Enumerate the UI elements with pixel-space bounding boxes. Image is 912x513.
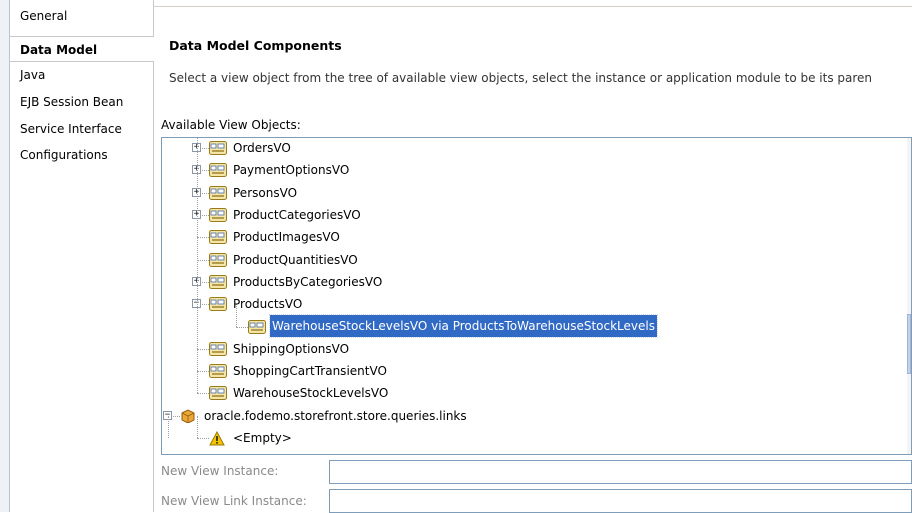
tree-node[interactable]: WarehouseStockLevelsVO — [231, 382, 390, 404]
tree-node-label: WarehouseStockLevelsVO via ProductsToWar… — [269, 314, 658, 339]
new-view-link-instance-label: New View Link Instance: — [161, 494, 307, 508]
new-view-link-instance-input[interactable] — [329, 489, 912, 513]
tree-node-label: WarehouseStockLevelsVO — [233, 386, 389, 401]
tree-node-label: ShoppingCartTransientVO — [233, 364, 387, 378]
view-object-icon — [209, 208, 227, 223]
view-object-icon — [209, 185, 227, 200]
nav-item-general[interactable]: General — [10, 3, 154, 29]
tree-node[interactable]: OrdersVO — [231, 138, 293, 159]
tree-scrollbar[interactable] — [907, 138, 911, 454]
tree-connector-horizontal — [236, 326, 248, 328]
tree-connector-horizontal — [197, 438, 209, 440]
tree-node[interactable]: PaymentOptionsVO — [231, 159, 351, 181]
tree-node-label: OrdersVO — [233, 141, 291, 155]
view-object-icon — [209, 297, 227, 312]
section-title: Data Model Components — [169, 38, 342, 53]
tree-node-label: ProductsVO — [233, 297, 303, 312]
new-view-instance-label: New View Instance: — [161, 464, 279, 478]
tree-node-label: ProductCategoriesVO — [233, 207, 361, 222]
tree-connector-horizontal — [197, 393, 209, 395]
tree-node[interactable]: WarehouseStockLevelsVO via ProductsToWar… — [269, 314, 658, 339]
tree-node[interactable]: oracle.fodemo.storefront.store.queries.l… — [202, 405, 469, 427]
view-object-icon — [209, 252, 227, 267]
left-edge-strip — [0, 0, 10, 512]
tree-node-label: <Empty> — [233, 430, 292, 445]
package-icon — [180, 409, 198, 424]
tree-node[interactable]: ProductQuantitiesVO — [231, 249, 360, 271]
tree-connector-horizontal — [197, 371, 209, 373]
tree-connector-horizontal — [197, 348, 209, 350]
nav-item-java[interactable]: Java — [10, 62, 154, 88]
view-object-icon — [209, 386, 227, 401]
tree-node[interactable]: ShoppingCartTransientVO — [231, 360, 389, 382]
tree-node[interactable]: <Empty> — [231, 427, 294, 449]
tree-scrollbar-thumb[interactable] — [907, 314, 911, 374]
tree-node-label: oracle.fodemo.storefront.store.queries.l… — [204, 408, 467, 423]
tree-node-label: ShippingOptionsVO — [233, 341, 350, 356]
tree-node[interactable]: ShippingOptionsVO — [231, 338, 351, 360]
instructions-text: Select a view object from the tree of av… — [169, 71, 873, 85]
tree-node-label: PersonsVO — [233, 185, 298, 200]
view-object-icon — [209, 341, 227, 356]
tree-node[interactable]: ProductsByCategoriesVO — [231, 271, 384, 293]
new-view-instance-input[interactable] — [329, 460, 912, 484]
tree-node-label: PaymentOptionsVO — [233, 163, 350, 178]
tree-node[interactable]: ProductsVO — [231, 293, 304, 315]
nav-item-ejb-session-bean[interactable]: EJB Session Bean — [10, 89, 154, 115]
tree-node-label: ProductsByCategoriesVO — [233, 274, 383, 289]
content-panel: Data Model Components Select a view obje… — [155, 0, 912, 513]
tree-node-label: ProductImagesVO — [233, 230, 340, 245]
warning-icon — [209, 430, 227, 446]
tree-node[interactable]: ProductCategoriesVO — [231, 204, 363, 226]
tree-connector-horizontal — [197, 259, 209, 261]
available-view-objects-label: Available View Objects: — [161, 118, 301, 132]
nav-item-configurations[interactable]: Configurations — [10, 142, 154, 168]
tree-connector-horizontal — [197, 237, 209, 239]
view-object-icon — [209, 230, 227, 245]
view-object-icon — [209, 141, 227, 156]
nav-item-data-model[interactable]: Data Model — [10, 36, 154, 62]
tree-node-label: ProductQuantitiesVO — [233, 252, 358, 267]
navigation-panel: General Data Model Java EJB Session Bean… — [10, 0, 154, 512]
tree-node[interactable]: ProductImagesVO — [231, 226, 342, 248]
view-object-icon — [209, 274, 227, 289]
view-object-icon — [248, 319, 266, 334]
nav-item-service-interface[interactable]: Service Interface — [10, 116, 154, 142]
tree-root-line — [168, 415, 169, 439]
view-object-icon — [209, 163, 227, 178]
tree-trunk-line — [197, 138, 198, 394]
tree-node[interactable]: PersonsVO — [231, 182, 299, 204]
view-object-icon — [209, 364, 227, 379]
available-view-objects-tree[interactable]: + + + + + − − OrdersVO PaymentOptionsVO PersonsV… — [161, 137, 912, 455]
